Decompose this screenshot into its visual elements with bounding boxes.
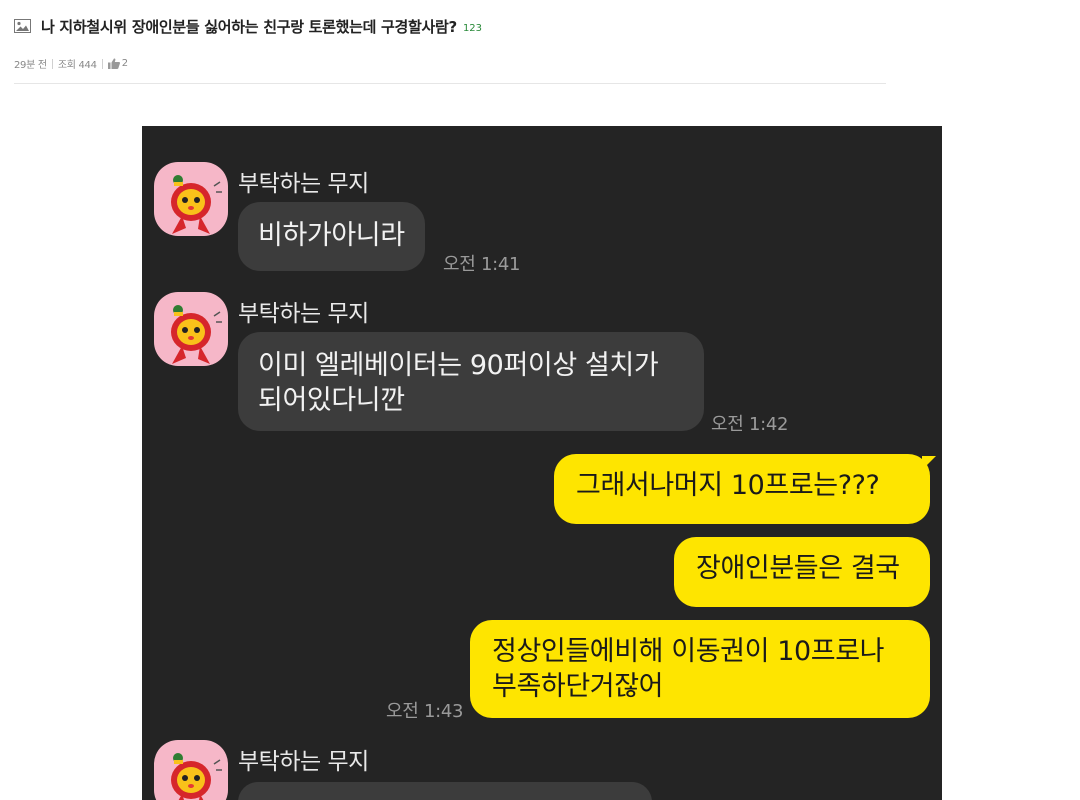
message-time: 오전 1:42 (711, 414, 789, 435)
muji-character-icon (171, 753, 222, 800)
sender-name: 부탁하는 무지 (238, 301, 369, 327)
outgoing-message: 정상인들에비해 이동권이 10프로나 부족하단거잖어 (470, 620, 930, 718)
message-time: 오전 1:43 (386, 701, 464, 722)
title-row: 나 지하철시위 장애인분들 싫어하는 친구랑 토론했는데 구경할사람? 123 (14, 14, 482, 38)
comment-count[interactable]: 123 (463, 23, 482, 34)
image-icon (14, 19, 31, 33)
incoming-message: 이미 엘레베이터는 90퍼이상 설치가 되어있다니깐 (238, 332, 704, 431)
muji-character-avatar (154, 162, 228, 236)
muji-character-icon (171, 175, 222, 234)
post-time: 29분 전 (14, 60, 47, 71)
incoming-message: 비하가아니라 (238, 202, 425, 271)
message-line: 되어있다니깐 (258, 385, 405, 416)
chat-screenshot: 부탁하는 무지 비하가아니라 오전 1:41 부탁하는 무지 이미 엘레베이터는… (142, 126, 942, 800)
message-line: 정상인들에비해 이동권이 10프로나 (492, 636, 885, 667)
view-count: 조회 444 (57, 60, 97, 71)
sender-name: 부탁하는 무지 (238, 171, 369, 197)
meta-divider (101, 58, 103, 69)
post-meta: 29분 전 조회 444 2 (14, 56, 128, 71)
message-time: 오전 1:41 (443, 254, 521, 275)
post-title[interactable]: 나 지하철시위 장애인분들 싫어하는 친구랑 토론했는데 구경할사람? (41, 16, 457, 37)
bubble-tail (922, 456, 936, 470)
outgoing-message: 장애인분들은 결국 (674, 537, 930, 607)
incoming-message (238, 782, 652, 800)
muji-character-avatar (154, 740, 228, 800)
thumbs-up-icon (107, 58, 120, 69)
muji-character-icon (171, 305, 222, 364)
message-line: 이미 엘레베이터는 90퍼이상 설치가 (258, 350, 659, 381)
muji-character-avatar (154, 292, 228, 366)
like-count: 2 (121, 58, 128, 69)
meta-divider (51, 58, 53, 69)
message-line: 부족하단거잖어 (492, 671, 664, 702)
outgoing-message: 그래서나머지 10프로는??? (554, 454, 930, 524)
sender-name: 부탁하는 무지 (238, 749, 369, 775)
post-header: 나 지하철시위 장애인분들 싫어하는 친구랑 토론했는데 구경할사람? 123 … (14, 0, 886, 84)
